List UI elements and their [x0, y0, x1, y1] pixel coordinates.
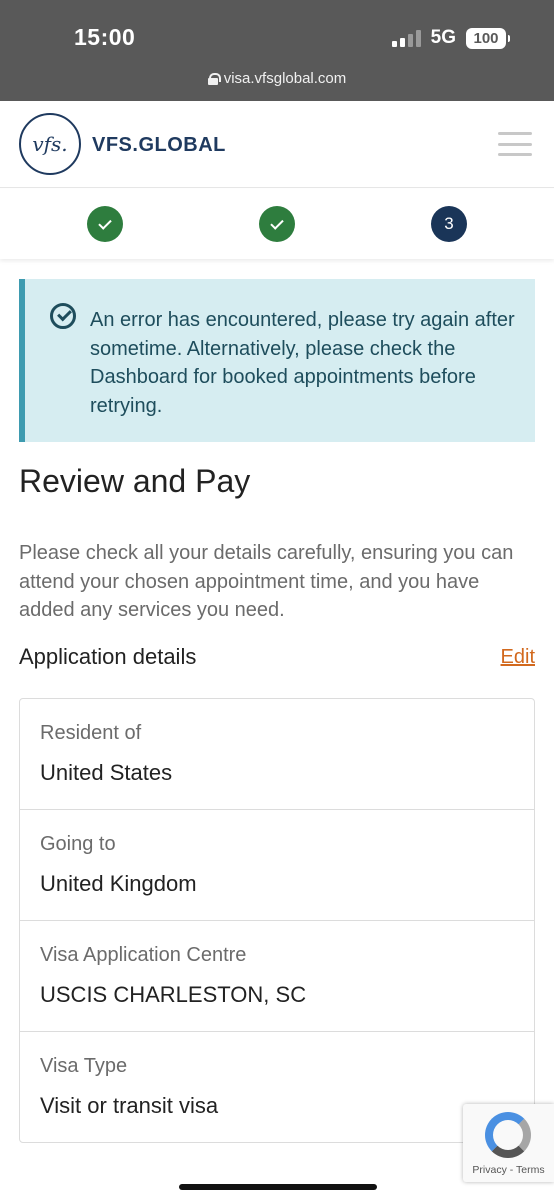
- url-text: visa.vfsglobal.com: [223, 70, 347, 87]
- alert-message: An error has encountered, please try aga…: [90, 309, 515, 417]
- detail-label: Going to: [40, 833, 116, 855]
- brand-name: VFS.GLOBAL: [92, 134, 226, 156]
- status-indicators: 5G 100: [391, 27, 510, 49]
- page-title: Review and Pay: [19, 463, 251, 499]
- error-alert: An error has encountered, please try aga…: [19, 279, 535, 442]
- check-circle-icon: [50, 303, 76, 329]
- step-2-complete: [259, 206, 295, 242]
- detail-value: USCIS CHARLESTON, SC: [40, 982, 307, 1007]
- battery-level: 100: [473, 29, 499, 47]
- vfs-logo[interactable]: vfs.: [19, 113, 81, 175]
- detail-label: Resident of: [40, 722, 142, 744]
- network-type: 5G: [430, 27, 456, 48]
- status-time: 15:00: [74, 24, 136, 50]
- progress-stepper: 3: [0, 189, 554, 259]
- recaptcha-links[interactable]: Privacy - Terms: [463, 1164, 554, 1176]
- check-icon: [270, 215, 284, 230]
- lock-icon: [207, 72, 221, 85]
- page-intro: Please check all your details carefully,…: [19, 542, 514, 621]
- browser-chrome: 15:00 5G 100 visa.vfsglobal.com: [0, 0, 554, 101]
- detail-row-visa-type: Visa Type Visit or transit visa: [20, 1032, 534, 1142]
- section-title: Application details: [19, 644, 197, 669]
- step-3-current: 3: [431, 206, 467, 242]
- check-icon: [98, 215, 112, 230]
- detail-row-going-to: Going to United Kingdom: [20, 810, 534, 921]
- detail-label: Visa Type: [40, 1055, 128, 1077]
- detail-label: Visa Application Centre: [40, 944, 247, 966]
- signal-icon: [391, 29, 421, 47]
- site-header: vfs. VFS.GLOBAL: [0, 101, 554, 188]
- detail-value: Visit or transit visa: [40, 1093, 219, 1118]
- battery-icon: 100: [466, 27, 510, 49]
- step-number: 3: [444, 214, 454, 233]
- application-details-header: Application details Edit: [19, 644, 535, 670]
- recaptcha-icon: [485, 1112, 531, 1158]
- application-details-card: Resident of United States Going to Unite…: [19, 698, 535, 1143]
- detail-value: United States: [40, 760, 173, 785]
- menu-icon[interactable]: [498, 132, 532, 156]
- home-indicator[interactable]: [179, 1184, 377, 1190]
- url-bar[interactable]: visa.vfsglobal.com: [0, 70, 554, 87]
- step-1-complete: [87, 206, 123, 242]
- detail-row-centre: Visa Application Centre USCIS CHARLESTON…: [20, 921, 534, 1032]
- recaptcha-badge[interactable]: Privacy - Terms: [463, 1104, 554, 1182]
- edit-link[interactable]: Edit: [501, 646, 535, 669]
- logo-mark: vfs.: [32, 132, 68, 156]
- detail-row-resident: Resident of United States: [20, 699, 534, 810]
- detail-value: United Kingdom: [40, 871, 197, 896]
